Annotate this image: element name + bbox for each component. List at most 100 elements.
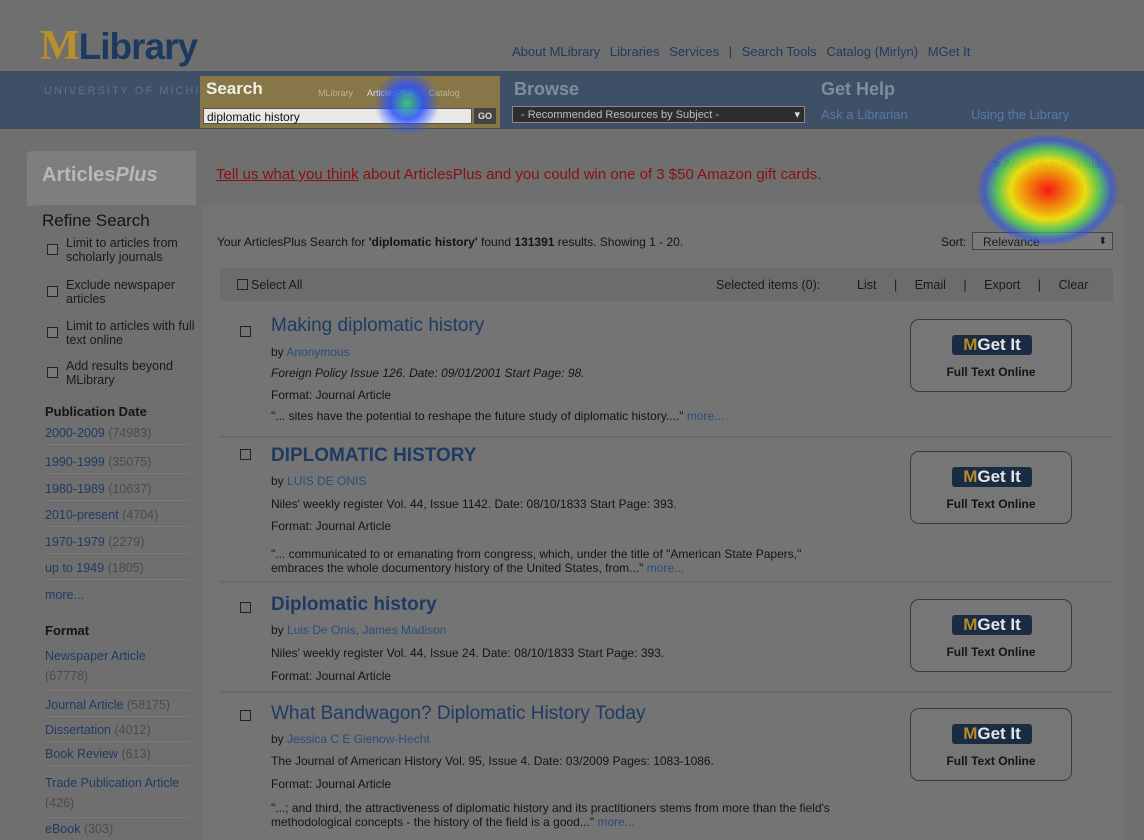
result-checkbox[interactable] [240, 449, 251, 460]
result-title[interactable]: Diplomatic history [271, 594, 437, 616]
facet-label[interactable]: Newspaper Article [45, 649, 146, 663]
sort-select[interactable]: Relevance ⬍ [972, 232, 1113, 250]
format-facet[interactable]: Journal Article (58175) [45, 698, 190, 717]
go-button[interactable]: GO [474, 108, 496, 124]
nav-about-mlibrary[interactable]: About MLibrary [512, 44, 600, 59]
summary-found: found [477, 235, 515, 249]
result-checkbox[interactable] [240, 602, 251, 613]
mget-it-button[interactable]: MGet It Full Text Online [910, 599, 1072, 672]
get-help-label: Get Help [821, 79, 896, 99]
result-item: What Bandwagon? Diplomatic History Today… [220, 695, 1113, 835]
mlibrary-logo[interactable]: MLibrary [40, 22, 198, 70]
select-all-checkbox[interactable]: Select All [237, 278, 302, 292]
more-link[interactable]: more... [647, 561, 684, 575]
mget-it-button[interactable]: MGet It Full Text Online [910, 451, 1072, 524]
mget-it-button[interactable]: MGet It Full Text Online [910, 708, 1072, 781]
result-format: Format: Journal Article [271, 777, 392, 791]
sort-label: Sort: [941, 235, 967, 249]
facet-label[interactable]: Trade Publication Article [45, 776, 179, 790]
using-library-link[interactable]: Using the Library [971, 107, 1069, 122]
result-checkbox[interactable] [240, 710, 251, 721]
by-label: by [271, 474, 288, 488]
result-item: Making diplomatic history by Anonymous F… [220, 312, 1113, 436]
tab-articlesplus[interactable]: ArticlesPlus [367, 88, 414, 98]
export-action[interactable]: Export [984, 278, 1020, 292]
checkbox[interactable] [47, 286, 58, 297]
result-title[interactable]: DIPLOMATIC HISTORY [271, 445, 476, 467]
nav-catalog-mirlyn[interactable]: Catalog (Mirlyn) [826, 44, 918, 59]
pubdate-facet[interactable]: up to 1949 (1805) [45, 561, 190, 580]
advanced-search-link[interactable]: > Advanced Search [994, 178, 1098, 192]
nav-search-tools[interactable]: Search Tools [742, 44, 817, 59]
search-input[interactable]: diplomatic history [203, 108, 472, 124]
result-format: Format: Journal Article [271, 388, 392, 402]
list-action[interactable]: List [857, 278, 876, 292]
full-text-online-label: Full Text Online [946, 497, 1036, 511]
mget-m: M [963, 467, 978, 486]
ask-librarian-link[interactable]: Ask a Librarian [821, 107, 908, 122]
pubdate-facet[interactable]: 1990-1999 (35075) [45, 455, 190, 474]
snippet-text: "... communicated to or emanating from c… [271, 547, 802, 575]
facet-label[interactable]: Dissertation [45, 723, 111, 737]
mget-label: Get It [977, 724, 1021, 743]
facet-label[interactable]: up to 1949 [45, 561, 104, 575]
browse-select[interactable]: - Recommended Resources by Subject - ▾ [512, 106, 805, 123]
checkbox[interactable] [47, 367, 58, 378]
limit-fulltext-label: Limit to articles with full text online [66, 319, 195, 347]
mget-label: Get It [977, 467, 1021, 486]
select-all-label: Select All [251, 278, 303, 292]
feedback-link[interactable]: Tell us what you think [216, 166, 359, 183]
checkbox[interactable] [47, 244, 58, 255]
format-facet[interactable]: eBook (303) [45, 822, 190, 840]
pubdate-facet[interactable]: 1980-1989 (10637) [45, 482, 190, 501]
author-link[interactable]: Jessica C E Gienow-Hecht [287, 732, 430, 746]
facet-label[interactable]: 1980-1989 [45, 482, 105, 496]
author-link[interactable]: Anonymous [286, 345, 349, 359]
facet-label[interactable]: eBook [45, 822, 80, 836]
author-link[interactable]: LUIS DE ONIS [287, 474, 366, 488]
facet-label[interactable]: 1970-1979 [45, 535, 105, 549]
format-facet[interactable]: Book Review (613) [45, 747, 190, 766]
mget-it-button[interactable]: MGet It Full Text Online [910, 319, 1072, 392]
nav-libraries[interactable]: Libraries [610, 44, 660, 59]
result-snippet: "...; and third, the attractiveness of d… [271, 801, 831, 829]
limit-scholarly-label: Limit to articles from scholarly journal… [66, 236, 178, 264]
full-text-online-label: Full Text Online [946, 754, 1036, 768]
clear-action[interactable]: Clear [1059, 278, 1089, 292]
selection-actions: List | Email | Export | Clear [857, 278, 1102, 292]
about-articlesplus-link[interactable]: > About ArticlesPlus [994, 157, 1100, 171]
tab-mlibrary[interactable]: MLibrary [318, 88, 353, 98]
facet-count: (613) [121, 747, 151, 761]
checkbox[interactable] [237, 279, 248, 290]
more-link[interactable]: more... [687, 409, 724, 423]
email-action[interactable]: Email [915, 278, 946, 292]
nav-mget-it[interactable]: MGet It [928, 44, 971, 59]
result-title[interactable]: Making diplomatic history [271, 315, 484, 337]
format-facet[interactable]: Newspaper Article (67778) [45, 646, 190, 691]
facet-label[interactable]: 1990-1999 [45, 455, 105, 469]
pubdate-more-link[interactable]: more... [45, 588, 84, 602]
facet-count: (58175) [127, 698, 171, 712]
result-title[interactable]: What Bandwagon? Diplomatic History Today [271, 703, 646, 725]
format-facet[interactable]: Trade Publication Article (426) [45, 773, 190, 818]
summary-count: 131391 [514, 235, 555, 249]
nav-services[interactable]: Services [669, 44, 719, 59]
pubdate-facet[interactable]: 2000-2009 (74983) [45, 426, 190, 445]
tab-catalog[interactable]: Catalog [429, 88, 460, 98]
facet-count: (1805) [107, 561, 144, 575]
facet-label[interactable]: Journal Article [45, 698, 124, 712]
result-source: The Journal of American History Vol. 95,… [271, 754, 714, 768]
promo-text: about ArticlesPlus and you could win one… [358, 166, 822, 183]
more-link[interactable]: more... [597, 815, 634, 829]
format-facet[interactable]: Dissertation (4012) [45, 723, 190, 742]
result-snippet: "... sites have the potential to reshape… [271, 409, 831, 423]
facet-label[interactable]: Book Review [45, 747, 118, 761]
result-item: Diplomatic history by Luis De Onis, Jame… [220, 585, 1113, 690]
pubdate-facet[interactable]: 2010-present (4704) [45, 508, 190, 527]
checkbox[interactable] [47, 327, 58, 338]
author-link[interactable]: Luis De Onis, James Madison [287, 623, 446, 637]
pubdate-facet[interactable]: 1970-1979 (2279) [45, 535, 190, 554]
result-checkbox[interactable] [240, 326, 251, 337]
facet-label[interactable]: 2010-present [45, 508, 119, 522]
facet-label[interactable]: 2000-2009 [45, 426, 105, 440]
